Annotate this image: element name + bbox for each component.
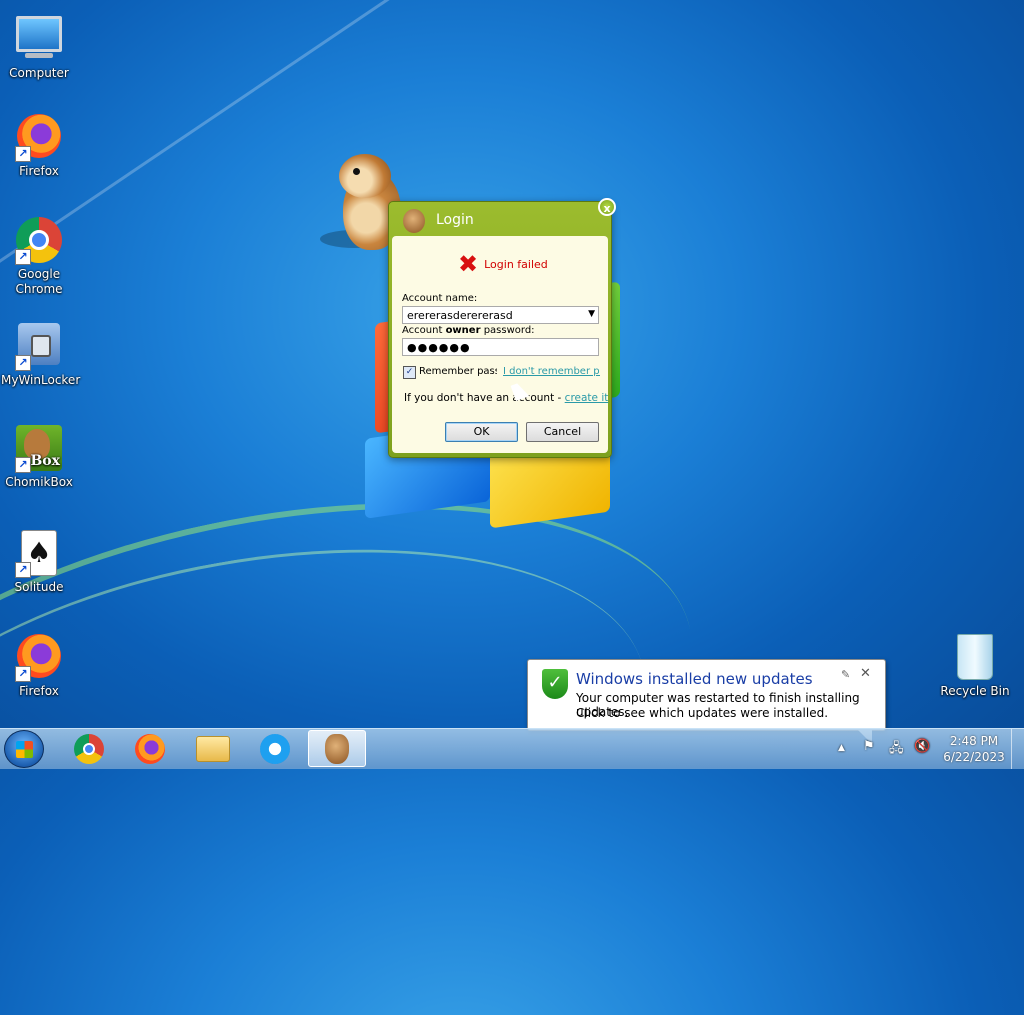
desktop-icon-label: Google Chrome (15, 267, 63, 296)
cancel-button[interactable]: Cancel (526, 422, 599, 442)
show-desktop-button[interactable] (1011, 729, 1024, 769)
account-name-label: Account name: (402, 293, 478, 304)
error-x-icon: ✖ (458, 250, 479, 278)
account-name-value: erererasderererasd (407, 309, 513, 322)
hamster-eye (353, 168, 360, 175)
shield-check-icon: ✓ (542, 669, 568, 699)
start-button[interactable] (4, 730, 44, 768)
taskbar-clock[interactable]: 2:48 PM 6/22/2023 (942, 733, 1006, 765)
network-icon[interactable]: 🖧 (889, 739, 904, 761)
ok-button[interactable]: OK (445, 422, 518, 442)
taskbar-chomikbox[interactable] (308, 730, 366, 767)
windows-update-tray-icon[interactable]: ⚑ (863, 739, 875, 754)
taskbar-chrome[interactable] (60, 730, 118, 767)
desktop-icon-google-chrome[interactable]: ↗ Google Chrome (1, 216, 77, 297)
shortcut-arrow-icon: ↗ (15, 562, 31, 578)
settings-pin-icon[interactable]: ✎ (841, 668, 850, 681)
show-hidden-icons-button[interactable]: ▲ (838, 743, 845, 753)
chrome-icon (74, 733, 104, 764)
forgot-password-link[interactable]: I don't remember pas (503, 366, 600, 377)
login-close-button[interactable]: x (598, 198, 616, 216)
taskbar-internet-explorer[interactable] (246, 730, 304, 767)
internet-explorer-icon (260, 733, 290, 764)
shortcut-arrow-icon: ↗ (15, 355, 31, 371)
desktop-icon-label: MyWinLocker (1, 373, 81, 387)
hamster-app-icon (403, 209, 425, 233)
desktop-icon-computer[interactable]: Computer (1, 10, 77, 81)
login-dialog: Login x ✖ Login failed Account name: ere… (388, 198, 616, 458)
password-field[interactable]: ●●●●●● (402, 338, 599, 356)
folder-icon (196, 735, 230, 762)
desktop-icon-solitude[interactable]: ♠ ↗ Solitude (1, 528, 77, 595)
password-label: Account owner password: (402, 325, 535, 336)
taskbar-file-explorer[interactable] (184, 730, 242, 767)
account-name-combobox[interactable]: erererasderererasd ▼ (402, 306, 599, 324)
desktop-icon-label: ChomikBox (5, 475, 73, 489)
clock-date: 6/22/2023 (943, 750, 1005, 764)
recycle-bin-icon (957, 634, 993, 680)
notification-close-button[interactable]: ✕ (860, 666, 871, 681)
shortcut-arrow-icon: ↗ (15, 666, 31, 682)
desktop-icon-label: Firefox (19, 164, 59, 178)
remember-password-label[interactable]: Remember passw (419, 366, 497, 377)
desktop-icon-recycle-bin[interactable]: Recycle Bin (937, 632, 1013, 699)
shortcut-arrow-icon: ↗ (15, 249, 31, 265)
notification-title: Windows installed new updates (576, 670, 813, 688)
desktop-icon-label: Computer (9, 66, 69, 80)
login-panel: ✖ Login failed Account name: erererasder… (392, 236, 608, 453)
remember-password-checkbox[interactable]: ✓ (403, 366, 416, 379)
no-account-text: If you don't have an account - create it (404, 392, 609, 404)
taskbar: ▲ ⚑ 🖧 🔇 2:48 PM 6/22/2023 (0, 728, 1024, 769)
shortcut-arrow-icon: ↗ (15, 457, 31, 473)
login-title: Login (436, 212, 474, 228)
computer-icon (16, 16, 62, 52)
chomikbox-badge-text: Box (30, 453, 60, 469)
create-account-link[interactable]: create it (565, 392, 609, 404)
volume-muted-icon[interactable]: 🔇 (914, 739, 930, 754)
login-error-text: Login failed (484, 257, 548, 271)
chevron-down-icon[interactable]: ▼ (588, 307, 595, 322)
desktop-icon-label: Recycle Bin (940, 684, 1010, 698)
updates-notification-balloon[interactable]: ✓ Windows installed new updates Your com… (527, 659, 886, 744)
login-titlebar[interactable]: Login (389, 202, 611, 236)
desktop-icon-firefox[interactable]: ↗ Firefox (1, 112, 77, 179)
clock-time: 2:48 PM (949, 734, 999, 748)
notification-line-2: Click to see which updates were installe… (576, 706, 829, 720)
desktop-icon-firefox-2[interactable]: ↗ Firefox (1, 632, 77, 699)
hamster-app-icon (325, 733, 349, 764)
desktop-icon-label: Firefox (19, 684, 59, 698)
firefox-icon (135, 733, 165, 764)
taskbar-firefox[interactable] (121, 730, 179, 767)
desktop-icon-chomikbox[interactable]: Box ↗ ChomikBox (1, 424, 77, 490)
desktop-icon-mywinlocker[interactable]: ↗ MyWinLocker (1, 320, 81, 388)
desktop-icon-label: Solitude (14, 580, 64, 594)
shortcut-arrow-icon: ↗ (15, 146, 31, 162)
login-error-message: ✖ Login failed (458, 250, 548, 278)
